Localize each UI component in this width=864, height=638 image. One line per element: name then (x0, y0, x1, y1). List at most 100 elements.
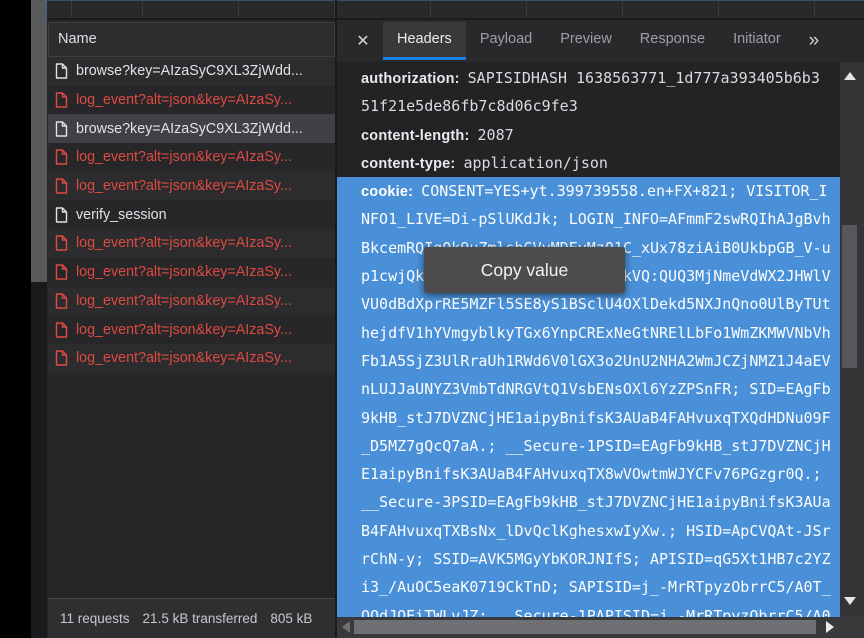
document-icon (55, 264, 68, 280)
tab-preview[interactable]: Preview (546, 22, 626, 60)
request-name: log_event?alt=json&key=AIzaSy... (76, 92, 292, 108)
request-name: log_event?alt=json&key=AIzaSy... (76, 293, 292, 309)
v-scrollbar-thumb[interactable] (842, 225, 857, 368)
request-row[interactable]: log_event?alt=json&key=AIzaSy... (48, 258, 335, 287)
summary-request-count: 11 requests (60, 611, 130, 626)
document-icon (55, 350, 68, 366)
network-summary-bar: 11 requests 21.5 kB transferred 805 kB (48, 598, 335, 638)
header-name: content-type: (361, 156, 455, 172)
document-icon (55, 235, 68, 251)
tab-payload[interactable]: Payload (466, 22, 546, 60)
header-line: content-length:2087 (337, 121, 840, 149)
name-column-header[interactable]: Name (48, 22, 335, 57)
scroll-right-icon[interactable] (826, 621, 834, 633)
header-line: _D5MZ7gQcQ7aA.; __Secure-1PSID=EAgFb9kHB… (337, 432, 840, 460)
document-icon (55, 293, 68, 309)
request-row[interactable]: log_event?alt=json&key=AIzaSy... (48, 344, 335, 373)
request-row[interactable]: log_event?alt=json&key=AIzaSy... (48, 287, 335, 316)
request-row[interactable]: log_event?alt=json&key=AIzaSy... (48, 229, 335, 258)
header-line: rChN-y; SSID=AVK5MGyYbKORJNIfS; APISID=q… (337, 545, 840, 573)
overview-gridline (430, 1, 431, 18)
document-icon (55, 63, 68, 79)
header-line: cookie: CONSENT=YES+yt.399739558.en+FX+82… (337, 177, 840, 205)
headers-content: authorization: SAPISIDHASH 1638563771_1d7… (337, 62, 840, 617)
header-line: NFO1_LIVE=Di-pSlUKdJk; LOGIN_INFO=AFmmF2… (337, 205, 840, 233)
header-line: 9kHB_stJ7DVZNCjHE1aipyBnifsK3AUaB4FAHvux… (337, 404, 840, 432)
page-background (0, 0, 31, 638)
overview-left-edge (45, 0, 47, 20)
request-row[interactable]: verify_session (48, 200, 335, 229)
summary-transferred: 21.5 kB transferred (143, 611, 258, 626)
header-line: authorization: SAPISIDHASH 1638563771_1d7… (337, 64, 840, 92)
scroll-down-icon[interactable] (844, 597, 856, 605)
header-value: rChN-y; SSID=AVK5MGyYbKORJNIfS; APISID=q… (361, 550, 831, 568)
overview-gridline (622, 1, 623, 18)
header-value: _D5MZ7gQcQ7aA.; __Secure-1PSID=EAgFb9kHB… (361, 437, 831, 455)
more-tabs-icon[interactable]: » (809, 20, 820, 62)
header-line: hejdfV1hYVmgyblkyTGx6YnpCRExNeGtNRElLbFo… (337, 319, 840, 347)
request-name: log_event?alt=json&key=AIzaSy... (76, 149, 292, 165)
header-line: QOdJQEiTWLvJZ; __Secure-1PAPISID=j_-MrRT… (337, 602, 840, 617)
request-row[interactable]: log_event?alt=json&key=AIzaSy... (48, 86, 335, 115)
document-icon (55, 322, 68, 338)
header-name: content-length: (361, 128, 470, 144)
request-name: browse?key=AIzaSyC9XL3ZjWdd... (76, 63, 303, 79)
request-list: browse?key=AIzaSyC9XL3ZjWdd... log_event?… (48, 57, 335, 373)
overview-gridline (526, 1, 527, 18)
request-name: log_event?alt=json&key=AIzaSy... (76, 264, 292, 280)
tab-initiator[interactable]: Initiator (719, 22, 795, 60)
request-row[interactable]: browse?key=AIzaSyC9XL3ZjWdd... (48, 114, 335, 143)
header-value: hejdfV1hYVmgyblkyTGx6YnpCRExNeGtNRElLbFo… (361, 324, 831, 342)
document-icon (55, 121, 68, 137)
header-value: CONSENT=YES+yt.399739558.en+FX+821; VISI… (421, 182, 827, 200)
overview-gridline (238, 1, 239, 18)
request-name: verify_session (76, 207, 167, 223)
tab-headers[interactable]: Headers (383, 22, 466, 60)
header-value: SAPISIDHASH 1638563771_1d777a393405b6b3 (468, 69, 820, 87)
request-name: log_event?alt=json&key=AIzaSy... (76, 235, 292, 251)
network-overview-strip (47, 0, 864, 20)
h-scrollbar-thumb[interactable] (354, 620, 816, 634)
header-line: content-type: application/json (337, 149, 840, 177)
header-value: QOdJQEiTWLvJZ; __Secure-1PAPISID=j_-MrRT… (361, 607, 831, 617)
devtools-network-window: Name browse?key=AIzaSyC9XL3ZjWdd... log_e… (0, 0, 864, 638)
document-icon (55, 92, 68, 108)
request-row[interactable]: browse?key=AIzaSyC9XL3ZjWdd... (48, 57, 335, 86)
request-row[interactable]: log_event?alt=json&key=AIzaSy... (48, 143, 335, 172)
header-line: nLUJJaUNYZ3VmbTdNRGVtQ1VsbENsOXl6YzZPSnF… (337, 375, 840, 403)
header-value: B4FAHvuxqTXBsNx_lDvQclKghesxwIyXw.; HSID… (361, 522, 831, 540)
header-value: 9kHB_stJ7DVZNCjHE1aipyBnifsK3AUaB4FAHvux… (361, 409, 831, 427)
request-row[interactable]: log_event?alt=json&key=AIzaSy... (48, 315, 335, 344)
header-name: cookie: (361, 184, 413, 200)
header-line: i3_/AuOC5eaK0719CkTnD; SAPISID=j_-MrRTpy… (337, 573, 840, 601)
header-name: authorization: (361, 71, 460, 87)
header-line: __Secure-3PSID=EAgFb9kHB_stJ7DVZNCjHE1ai… (337, 488, 840, 516)
overview-gridline (71, 1, 72, 18)
overview-gridline (814, 1, 815, 18)
request-name: log_event?alt=json&key=AIzaSy... (76, 350, 292, 366)
page-scrollbar-thumb[interactable] (31, 0, 47, 282)
request-row[interactable]: log_event?alt=json&key=AIzaSy... (48, 172, 335, 201)
copy-value-menu-item[interactable]: Copy value (424, 247, 625, 293)
scroll-left-icon[interactable] (342, 621, 350, 633)
tab-response[interactable]: Response (626, 22, 719, 60)
header-value: __Secure-3PSID=EAgFb9kHB_stJ7DVZNCjHE1ai… (361, 493, 831, 511)
request-name: log_event?alt=json&key=AIzaSy... (76, 322, 292, 338)
close-icon[interactable]: ✕ (347, 31, 379, 51)
header-line: E1aipyBnifsK3AUaB4FAHvuxqTX8wVOwtmWJYCFv… (337, 460, 840, 488)
summary-resources: 805 kB (270, 611, 312, 626)
overview-gridline (142, 1, 143, 18)
document-icon (55, 178, 68, 194)
header-value: NFO1_LIVE=Di-pSlUKdJk; LOGIN_INFO=AFmmF2… (361, 210, 831, 228)
header-line: B4FAHvuxqTXBsNx_lDvQclKghesxwIyXw.; HSID… (337, 517, 840, 545)
document-icon (55, 207, 68, 223)
header-line: VU0dBdXprRE5MZFl5SE8yS1BSclU4OXlDekd5NXJ… (337, 290, 840, 318)
header-value: nLUJJaUNYZ3VmbTdNRGVtQ1VsbENsOXl6YzZPSnF… (361, 380, 831, 398)
header-value: 51f21e5de86fb7c8d06c9fe3 (361, 97, 578, 115)
request-name: browse?key=AIzaSyC9XL3ZjWdd... (76, 121, 303, 137)
document-icon (55, 149, 68, 165)
header-value: Fb1A5SjZ3UlRraUh1RWd6V0lGX3o2UnU2NHA2WmJ… (361, 352, 831, 370)
header-value: application/json (463, 154, 608, 172)
header-line: Fb1A5SjZ3UlRraUh1RWd6V0lGX3o2UnU2NHA2WmJ… (337, 347, 840, 375)
scroll-up-icon[interactable] (844, 72, 856, 80)
